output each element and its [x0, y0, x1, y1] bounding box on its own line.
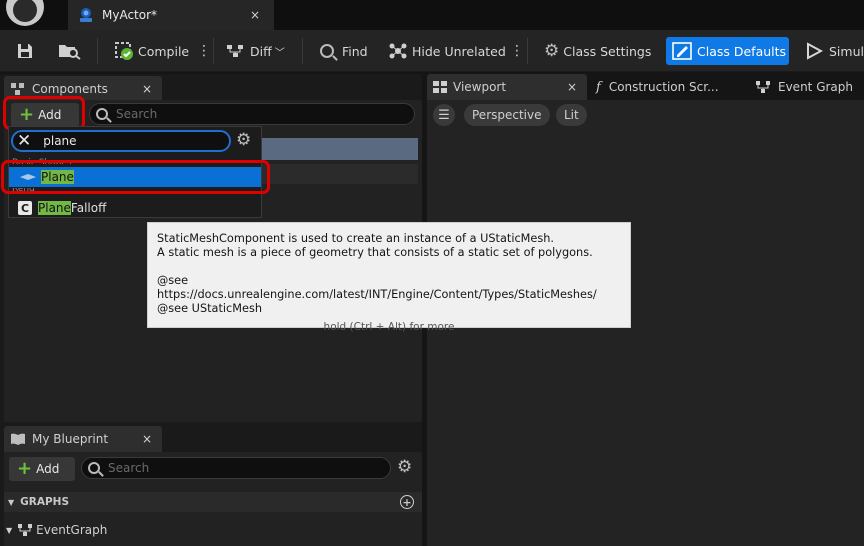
- gear-icon: ⚙: [544, 41, 560, 61]
- toolbar-separator: [213, 38, 214, 64]
- tab-event-graph-label: Event Graph: [778, 80, 853, 94]
- blueprint-search-placeholder: Search: [108, 461, 150, 475]
- component-tooltip: StaticMeshComponent is used to create an…: [147, 222, 631, 333]
- viewport-icon: [433, 81, 447, 93]
- document-tab-title: MyActor*: [102, 8, 158, 22]
- tooltip-line-3: @see https://docs.unrealengine.com/lates…: [157, 274, 597, 301]
- compile-button[interactable]: Compile: [114, 30, 189, 72]
- tab-construction-script[interactable]: f Construction Scr...: [596, 74, 746, 100]
- result-rest-text: Falloff: [70, 201, 107, 215]
- toolbar-separator: [302, 38, 303, 64]
- toolbar-separator: [527, 38, 528, 64]
- diff-label: Diff: [250, 43, 272, 59]
- dropdown-search-input[interactable]: ✕ plane: [11, 130, 231, 152]
- search-icon: [88, 462, 100, 474]
- find-label: Find: [342, 43, 368, 59]
- hide-unrelated-options-icon[interactable]: ⋮: [510, 30, 524, 72]
- tab-viewport[interactable]: Viewport ×: [427, 74, 587, 100]
- graphs-header-label: GRAPHS: [20, 496, 70, 508]
- simulate-label: Simula: [829, 43, 864, 59]
- result-match-text: Plane: [38, 201, 71, 215]
- document-tab[interactable]: MyActor* ×: [68, 0, 274, 30]
- add-blueprint-member-button[interactable]: + Add: [9, 457, 75, 481]
- category-rendering: Rend: [12, 188, 35, 194]
- clear-search-icon[interactable]: ✕: [17, 132, 31, 150]
- plus-icon: +: [17, 458, 33, 479]
- browse-button[interactable]: [58, 30, 82, 72]
- lit-label: Lit: [564, 108, 579, 122]
- blueprint-asset-icon: [80, 8, 92, 22]
- hide-unrelated-label: Hide Unrelated: [412, 43, 506, 59]
- graphs-section-header[interactable]: ▼ GRAPHS +: [4, 492, 422, 512]
- graph-icon: [756, 81, 770, 93]
- hide-unrelated-button[interactable]: Hide Unrelated: [388, 30, 506, 72]
- graph-icon: [18, 524, 33, 536]
- tab-event-graph[interactable]: Event Graph: [756, 74, 864, 100]
- class-settings-button[interactable]: ⚙ Class Settings: [544, 30, 651, 72]
- toolbar-separator: [97, 38, 98, 64]
- play-icon: [807, 42, 823, 60]
- class-defaults-button[interactable]: Class Defaults: [666, 37, 789, 65]
- graph-item-event-graph[interactable]: ▼ EventGraph: [6, 520, 107, 540]
- collapse-arrow-icon: ▼: [8, 497, 15, 507]
- perspective-label: Perspective: [472, 108, 542, 122]
- compile-options-icon[interactable]: ⋮: [197, 30, 211, 72]
- tooltip-line-1: StaticMeshComponent is used to create an…: [157, 232, 554, 245]
- class-icon: C: [18, 201, 32, 215]
- perspective-button[interactable]: Perspective: [464, 104, 550, 126]
- tab-viewport-label: Viewport: [453, 80, 507, 94]
- blueprint-settings-gear-icon[interactable]: ⚙: [397, 457, 412, 477]
- highlight-annotation: [1, 160, 270, 194]
- find-button[interactable]: Find: [320, 30, 368, 72]
- browse-folder-icon: [59, 45, 81, 60]
- close-tab-icon[interactable]: ×: [250, 8, 260, 22]
- close-panel-icon[interactable]: ×: [142, 82, 152, 96]
- simulate-button[interactable]: Simula: [805, 30, 864, 72]
- save-button[interactable]: [16, 30, 34, 72]
- event-graph-label: EventGraph: [36, 523, 108, 537]
- highlight-annotation: [3, 96, 85, 130]
- components-search-placeholder: Search: [116, 107, 158, 121]
- my-blueprint-tab[interactable]: My Blueprint ×: [4, 426, 162, 452]
- tree-row[interactable]: [262, 164, 418, 184]
- tooltip-line-4: @see UStaticMesh: [157, 302, 262, 315]
- search-icon: [96, 108, 108, 120]
- viewport-options-menu-icon[interactable]: ☰: [433, 104, 455, 126]
- class-defaults-icon: [672, 42, 692, 60]
- components-icon: [11, 83, 24, 95]
- add-member-label: Add: [36, 462, 60, 476]
- components-tab-label: Components: [32, 82, 108, 96]
- find-icon: [320, 44, 334, 58]
- components-search-input[interactable]: Search: [89, 103, 415, 125]
- function-icon: f: [596, 79, 601, 95]
- diff-icon: [227, 45, 243, 57]
- tab-construction-label: Construction Scr...: [608, 80, 719, 94]
- add-graph-icon[interactable]: +: [400, 495, 414, 509]
- class-settings-label: Class Settings: [563, 43, 652, 59]
- diff-button[interactable]: Diff ﹀: [226, 30, 285, 72]
- tooltip-hint: hold (Ctrl + Alt) for more: [323, 321, 455, 333]
- blueprint-search-input[interactable]: Search: [81, 457, 391, 479]
- collapse-arrow-icon: ▼: [6, 525, 13, 535]
- book-icon: [11, 433, 25, 445]
- dropdown-search-value: plane: [43, 134, 77, 148]
- class-defaults-label: Class Defaults: [697, 43, 787, 59]
- tooltip-line-2: A static mesh is a piece of geometry tha…: [157, 246, 593, 259]
- hide-unrelated-icon: [389, 43, 407, 59]
- compile-label: Compile: [138, 43, 190, 59]
- lit-button[interactable]: Lit: [556, 104, 587, 126]
- tree-row-selected[interactable]: [262, 138, 418, 160]
- compile-icon: [115, 42, 133, 60]
- close-tab-icon[interactable]: ×: [567, 80, 577, 94]
- result-item-plane-falloff[interactable]: C Plane Falloff: [18, 199, 106, 217]
- dropdown-settings-gear-icon[interactable]: ⚙: [236, 130, 251, 150]
- chevron-down-icon: ﹀: [274, 47, 285, 59]
- close-panel-icon[interactable]: ×: [142, 432, 152, 446]
- save-icon: [18, 44, 32, 58]
- my-blueprint-tab-label: My Blueprint: [32, 432, 109, 446]
